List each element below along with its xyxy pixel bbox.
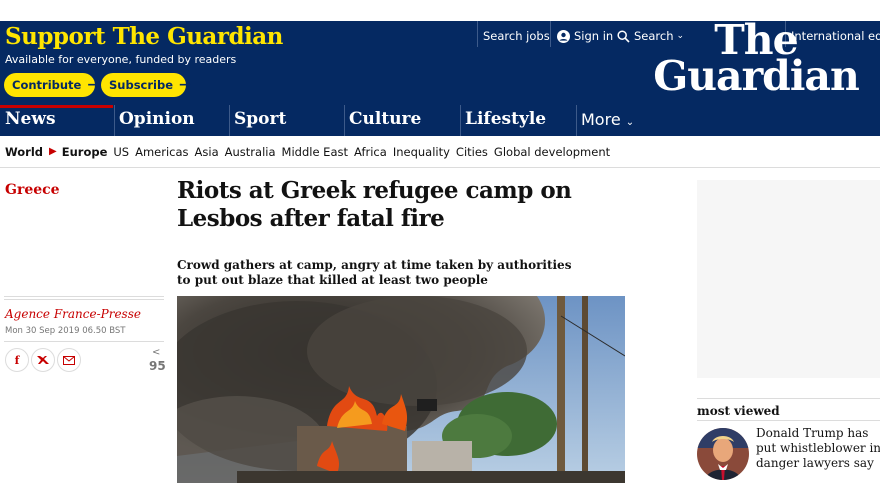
search-jobs-link[interactable]: Search jobs <box>483 25 550 47</box>
nav-culture[interactable]: Culture <box>344 105 460 136</box>
byline[interactable]: Agence France-Presse <box>5 307 141 321</box>
divider <box>477 21 478 47</box>
subnav-item[interactable]: Cities <box>456 145 488 159</box>
portrait-image <box>697 428 749 480</box>
nav-culture-label: Culture <box>349 109 422 129</box>
subnav-item[interactable]: Inequality <box>393 145 450 159</box>
article-standfirst: Crowd gathers at camp, angry at time tak… <box>177 258 572 287</box>
subnav-world[interactable]: World <box>5 145 43 159</box>
publish-date: Mon 30 Sep 2019 06.50 BST <box>5 326 126 336</box>
twitter-share-button[interactable] <box>31 348 55 372</box>
facebook-icon: f <box>14 353 20 367</box>
primary-nav: News Opinion Sport Culture Lifestyle Mor… <box>0 105 880 136</box>
subscribe-label: Subscribe <box>109 78 174 92</box>
triangle-right-icon: ▶ <box>49 146 57 157</box>
nav-lifestyle-label: Lifestyle <box>465 109 547 129</box>
subnav-item[interactable]: Global development <box>494 145 610 159</box>
nav-more-label: More <box>581 110 621 129</box>
fire-photo <box>177 296 625 483</box>
most-viewed-item-text: Donald Trump has put whistleblower in da… <box>756 426 880 470</box>
contribute-label: Contribute <box>12 78 82 92</box>
nav-news-label: News <box>5 109 56 129</box>
nav-opinion[interactable]: Opinion <box>114 105 229 136</box>
top-strip <box>0 0 880 21</box>
share-icon: < <box>152 347 161 358</box>
most-viewed-title: most viewed <box>697 404 780 418</box>
advert-slot <box>697 180 880 378</box>
support-subtitle: Available for everyone, funded by reader… <box>5 53 237 66</box>
nav-sport-label: Sport <box>234 109 287 129</box>
masthead: Support The Guardian Available for every… <box>0 21 880 105</box>
sign-in-link[interactable]: Sign in <box>557 25 613 47</box>
arrow-right-icon: → <box>179 77 191 93</box>
sign-in-label: Sign in <box>574 29 614 43</box>
subnav-item[interactable]: Australia <box>225 145 276 159</box>
user-icon <box>557 29 570 43</box>
most-viewed-item[interactable]: Donald Trump has put whistleblower in da… <box>756 426 880 471</box>
divider <box>697 398 880 399</box>
email-share-button[interactable] <box>57 348 81 372</box>
nav-opinion-label: Opinion <box>119 109 195 129</box>
email-icon <box>63 355 75 365</box>
subnav-europe[interactable]: Europe <box>62 145 108 159</box>
divider <box>4 341 164 342</box>
twitter-icon <box>37 356 49 364</box>
guardian-logo[interactable]: The Guardian <box>646 21 866 100</box>
search-jobs-label: Search jobs <box>483 29 550 43</box>
hero-image[interactable] <box>177 296 625 483</box>
subnav-item[interactable]: Asia <box>195 145 219 159</box>
divider <box>550 21 551 47</box>
nav-news[interactable]: News <box>0 105 113 136</box>
share-count: 95 <box>149 359 166 373</box>
article-headline: Riots at Greek refugee camp on Lesbos af… <box>177 177 572 232</box>
divider <box>4 296 164 297</box>
sub-nav: World ▶ Europe US Americas Asia Australi… <box>0 136 880 168</box>
most-viewed-thumbnail[interactable] <box>697 428 749 480</box>
nav-lifestyle[interactable]: Lifestyle <box>460 105 576 136</box>
subnav-item[interactable]: Middle East <box>282 145 348 159</box>
divider <box>697 420 880 421</box>
logo-line2: Guardian <box>653 52 860 100</box>
arrow-right-icon: → <box>87 77 100 93</box>
nav-accent-bar <box>0 105 113 108</box>
subnav-item[interactable]: US <box>113 145 129 159</box>
chevron-down-icon: ⌄ <box>625 117 635 128</box>
nav-more[interactable]: More ⌄ <box>576 105 686 136</box>
subnav-item[interactable]: Americas <box>135 145 188 159</box>
facebook-share-button[interactable]: f <box>5 348 29 372</box>
contribute-button[interactable]: Contribute → <box>4 73 99 97</box>
nav-sport[interactable]: Sport <box>229 105 344 136</box>
section-label[interactable]: Greece <box>5 182 60 198</box>
search-icon <box>617 29 630 43</box>
subnav-item[interactable]: Africa <box>354 145 387 159</box>
divider <box>4 299 164 300</box>
subscribe-button[interactable]: Subscribe → <box>101 73 191 97</box>
support-title[interactable]: Support The Guardian <box>5 23 283 50</box>
